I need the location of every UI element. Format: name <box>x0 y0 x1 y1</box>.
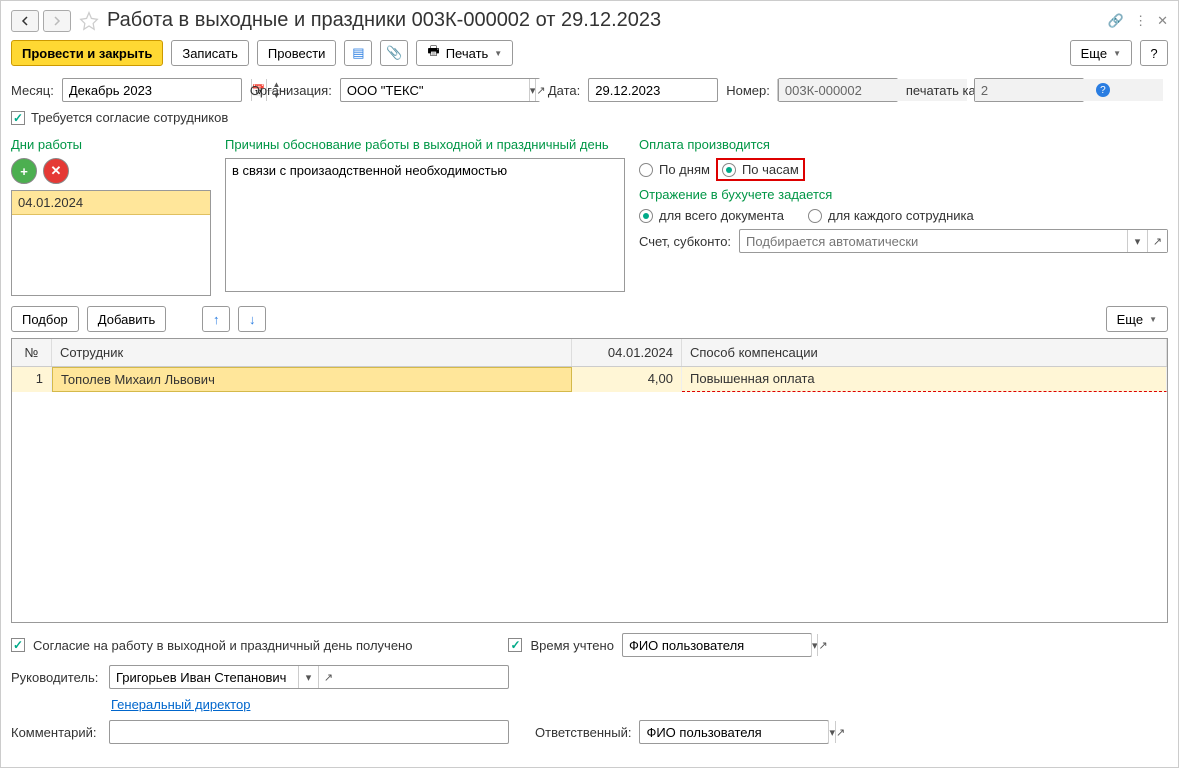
cell-hours[interactable]: 4,00 <box>572 367 682 392</box>
open-icon[interactable]: ↗ <box>535 79 545 101</box>
position-link[interactable]: Генеральный директор <box>111 697 250 712</box>
account-label: Счет, субконто: <box>639 234 731 249</box>
post-button[interactable]: Провести <box>257 40 337 66</box>
day-item[interactable]: 04.01.2024 <box>12 191 210 215</box>
manager-label: Руководитель: <box>11 670 101 685</box>
save-button[interactable]: Записать <box>171 40 249 66</box>
payment-label: Оплата производится <box>639 137 1168 152</box>
accounting-whole-doc-radio[interactable] <box>639 209 653 223</box>
report-icon: ▤ <box>352 45 364 61</box>
printer-icon: 🖶 <box>427 42 439 64</box>
chevron-down-icon: ▼ <box>1149 315 1157 324</box>
consent-received-label: Согласие на работу в выходной и празднич… <box>33 638 412 653</box>
more-button[interactable]: Еще ▼ <box>1070 40 1132 66</box>
open-icon[interactable]: ↗ <box>835 721 845 743</box>
responsible-label: Ответственный: <box>535 725 631 740</box>
payment-by-days-radio[interactable] <box>639 163 653 177</box>
accounting-each-emp-label: для каждого сотрудника <box>828 208 974 223</box>
favorite-star-icon[interactable] <box>79 11 99 31</box>
close-icon[interactable]: ✕ <box>1157 13 1168 29</box>
col-date: 04.01.2024 <box>572 339 682 366</box>
chevron-down-icon: ▼ <box>1113 49 1121 58</box>
org-input[interactable] <box>341 79 529 101</box>
days-label: Дни работы <box>11 137 211 152</box>
responsible-input[interactable] <box>640 721 828 743</box>
nav-back-button[interactable] <box>11 10 39 32</box>
print-as-label: печатать как: <box>906 83 966 98</box>
month-input[interactable] <box>63 79 251 101</box>
time-accounted-label: Время учтено <box>530 638 613 653</box>
time-accounted-checkbox[interactable] <box>508 638 522 652</box>
consent-required-label: Требуется согласие сотрудников <box>31 110 228 125</box>
days-list[interactable]: 04.01.2024 <box>11 190 211 296</box>
move-down-button[interactable]: ↓ <box>238 306 266 332</box>
comment-input[interactable] <box>110 721 298 743</box>
open-icon[interactable]: ↗ <box>1147 230 1167 252</box>
help-hint-icon[interactable]: ? <box>1096 83 1110 97</box>
cell-number: 1 <box>12 367 52 392</box>
comment-label: Комментарий: <box>11 725 101 740</box>
cell-compensation[interactable]: Повышенная оплата <box>682 367 1167 392</box>
chevron-down-icon: ▼ <box>494 49 502 58</box>
add-day-button[interactable]: + <box>11 158 37 184</box>
nav-forward-button[interactable] <box>43 10 71 32</box>
payment-by-hours-label: По часам <box>742 162 799 177</box>
print-as-input <box>975 79 1163 101</box>
date-label: Дата: <box>548 83 580 98</box>
manager-input[interactable] <box>110 666 298 688</box>
col-employee: Сотрудник <box>52 339 572 366</box>
reasons-textarea[interactable] <box>225 158 625 292</box>
add-row-button[interactable]: Добавить <box>87 306 166 332</box>
number-label: Номер: <box>726 83 770 98</box>
window-title: Работа в выходные и праздники 003К-00000… <box>107 9 1104 32</box>
accounting-each-emp-radio[interactable] <box>808 209 822 223</box>
table-more-button[interactable]: Еще ▼ <box>1106 306 1168 332</box>
paperclip-icon: 📎 <box>386 45 402 61</box>
open-icon[interactable]: ↗ <box>318 666 338 688</box>
payment-by-days-label: По дням <box>659 162 710 177</box>
chevron-down-icon[interactable]: ▾ <box>298 666 318 688</box>
col-number: № <box>12 339 52 366</box>
select-employees-button[interactable]: Подбор <box>11 306 79 332</box>
col-compensation: Способ компенсации <box>682 339 1167 366</box>
help-button[interactable]: ? <box>1140 40 1168 66</box>
employees-table: № Сотрудник 04.01.2024 Способ компенсаци… <box>11 338 1168 623</box>
consent-received-checkbox[interactable] <box>11 638 25 652</box>
move-up-button[interactable]: ↑ <box>202 306 230 332</box>
kebab-menu-icon[interactable]: ⋮ <box>1134 13 1147 29</box>
print-button[interactable]: 🖶 Печать ▼ <box>416 40 513 66</box>
open-icon[interactable]: ↗ <box>817 634 827 656</box>
account-input[interactable] <box>740 230 1127 252</box>
consent-required-checkbox[interactable] <box>11 111 25 125</box>
accounting-label: Отражение в бухучете задается <box>639 187 1168 202</box>
link-icon[interactable]: 🔗 <box>1108 13 1124 29</box>
org-label: Организация: <box>250 83 332 98</box>
accounting-whole-doc-label: для всего документа <box>659 208 784 223</box>
post-and-close-button[interactable]: Провести и закрыть <box>11 40 163 66</box>
attach-button[interactable]: 📎 <box>380 40 408 66</box>
report-button[interactable]: ▤ <box>344 40 372 66</box>
payment-by-hours-highlight: По часам <box>716 158 805 181</box>
cell-employee[interactable]: Тополев Михаил Львович <box>52 367 572 392</box>
time-user-input[interactable] <box>623 634 811 656</box>
table-row[interactable]: 1 Тополев Михаил Львович 4,00 Повышенная… <box>12 367 1167 392</box>
payment-by-hours-radio[interactable] <box>722 163 736 177</box>
reasons-label: Причины обоснование работы в выходной и … <box>225 137 625 152</box>
delete-day-button[interactable]: ✕ <box>43 158 69 184</box>
chevron-down-icon[interactable]: ▾ <box>1127 230 1147 252</box>
month-label: Месяц: <box>11 83 54 98</box>
